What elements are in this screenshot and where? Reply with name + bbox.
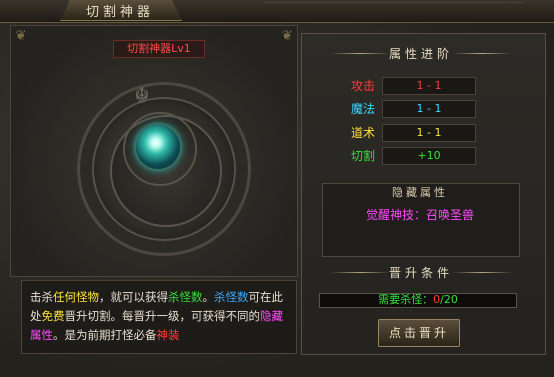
description-segment: 。是为前期打怪必备: [53, 328, 157, 342]
artifact-orb[interactable]: [136, 125, 180, 169]
divider: [330, 53, 390, 54]
hidden-attribute-title: 隐藏属性: [392, 186, 448, 199]
corner-ornament-icon: ❦: [281, 28, 293, 44]
attribute-value: 1 - 1: [382, 124, 476, 142]
promote-title: 晋升条件: [388, 266, 453, 280]
attribute-label: 魔法: [351, 102, 376, 116]
window-title: 切割神器: [85, 5, 154, 20]
description-segment: 。: [202, 290, 215, 304]
divider: [452, 272, 512, 273]
description-segment: 杀怪数: [214, 290, 249, 304]
kill-progress-text: 需要杀怪：0/20: [319, 292, 517, 307]
kill-required: 20: [443, 293, 458, 306]
divider: [452, 53, 512, 54]
attribute-value: +10: [382, 147, 476, 165]
title-ornament: [264, 2, 524, 19]
description-segment: ，就可以获得: [99, 290, 168, 304]
description-segment: 任何怪物: [53, 290, 99, 304]
attribute-label: 切割: [351, 149, 376, 163]
divider: [330, 272, 390, 273]
description-text: 击杀任何怪物，就可以获得杀怪数。杀怪数可在此处免费晋升切割。每晋升一级，可获得不…: [30, 288, 286, 345]
attribute-label: 道术: [351, 126, 376, 140]
dragon-emblem-icon: ☬: [134, 84, 150, 109]
attributes-title: 属性进阶: [388, 47, 453, 61]
artifact-window: 切割神器 ❦ ❦ ☬ 切割神器Lv1 击杀任何怪物，就可以获得杀怪数。杀怪数可在…: [0, 0, 554, 377]
attribute-label: 攻击: [351, 79, 376, 93]
artifact-name-label: 切割神器Lv1: [113, 40, 205, 58]
attribute-value: 1 - 1: [382, 100, 476, 118]
description-segment: 杀怪数: [168, 290, 203, 304]
hidden-skill-text: 觉醒神技：召唤圣兽: [365, 208, 474, 222]
description-segment: 晋升切割。每晋升一级，可获得不同的: [64, 309, 261, 323]
kill-label: 需要杀怪：: [378, 293, 434, 306]
description-segment: 击杀: [30, 290, 53, 304]
promote-button[interactable]: 点击晋升: [378, 319, 460, 347]
description-segment: 神装: [156, 328, 180, 342]
attribute-value: 1 - 1: [382, 77, 476, 95]
description-segment: 免费: [41, 309, 65, 323]
corner-ornament-icon: ❦: [15, 28, 27, 44]
